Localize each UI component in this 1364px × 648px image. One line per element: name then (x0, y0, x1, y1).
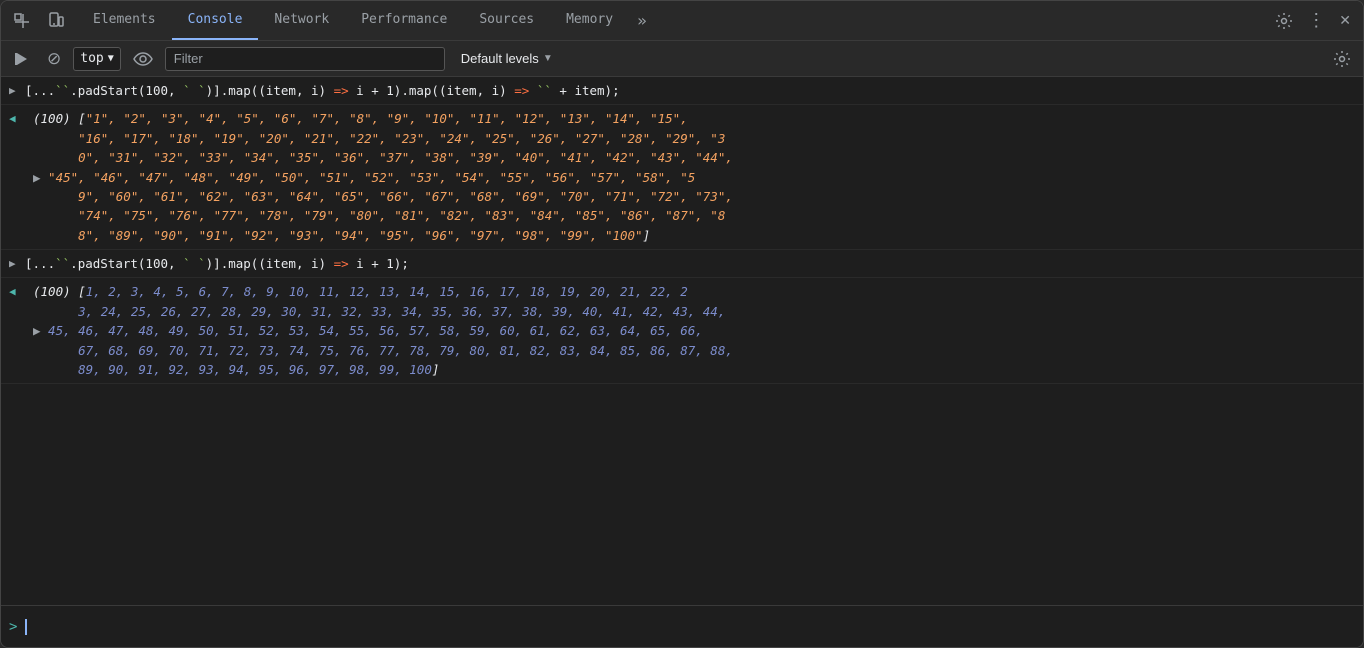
output-arrow-1: ◀ (9, 110, 16, 127)
input-text-2: [...``.padStart(100, ` `)].map((item, i)… (25, 256, 409, 271)
context-label: top (80, 51, 103, 66)
input-arrow-1[interactable]: ▶ (9, 82, 16, 99)
tab-overflow-icon[interactable]: » (629, 7, 655, 34)
input-arrow-2[interactable]: ▶ (9, 255, 16, 272)
tab-right-icons: ⋮ ✕ (1271, 6, 1355, 35)
filter-input[interactable] (165, 47, 445, 71)
devtools-window: Elements Console Network Performance Sou… (0, 0, 1364, 648)
log-levels-dropdown[interactable]: Default levels ▼ (453, 49, 561, 68)
close-icon[interactable]: ✕ (1335, 8, 1355, 33)
tab-bar: Elements Console Network Performance Sou… (1, 1, 1363, 41)
levels-label: Default levels (461, 51, 539, 66)
clear-console-icon[interactable]: ⊘ (43, 45, 65, 73)
settings-icon[interactable] (1271, 8, 1297, 34)
output-arrow-2: ◀ (9, 283, 16, 300)
tabs: Elements Console Network Performance Sou… (77, 1, 1271, 40)
levels-dropdown-arrow: ▼ (543, 53, 553, 64)
console-cursor (25, 619, 35, 635)
context-dropdown-arrow: ▼ (108, 53, 114, 64)
tab-console[interactable]: Console (172, 1, 259, 40)
console-entry-input-2: ▶ [...``.padStart(100, ` `)].map((item, … (1, 250, 1363, 278)
input-text-1: [...``.padStart(100, ` `)].map((item, i)… (25, 83, 620, 98)
tab-elements[interactable]: Elements (77, 1, 172, 40)
tab-sources[interactable]: Sources (463, 1, 550, 40)
console-output[interactable]: ▶ [...``.padStart(100, ` `)].map((item, … (1, 77, 1363, 605)
tab-network[interactable]: Network (258, 1, 345, 40)
tab-performance[interactable]: Performance (345, 1, 463, 40)
console-settings-icon[interactable] (1329, 46, 1355, 72)
device-icon[interactable] (43, 8, 69, 34)
console-input-bar[interactable]: > (1, 605, 1363, 647)
inspect-icon[interactable] (9, 8, 35, 34)
context-selector[interactable]: top ▼ (73, 47, 121, 71)
eye-icon[interactable] (129, 48, 157, 70)
toolbar: ⊘ top ▼ Default levels ▼ (1, 41, 1363, 77)
console-entry-input-1: ▶ [...``.padStart(100, ` `)].map((item, … (1, 77, 1363, 105)
tab-icons (9, 8, 69, 34)
console-entry-output-1: ◀ (100) ["1", "2", "3", "4", "5", "6", "… (1, 105, 1363, 250)
run-script-icon[interactable] (9, 46, 35, 72)
input-prompt-icon: > (9, 619, 17, 635)
tab-memory[interactable]: Memory (550, 1, 629, 40)
more-icon[interactable]: ⋮ (1303, 6, 1329, 35)
console-entry-output-2: ◀ (100) [1, 2, 3, 4, 5, 6, 7, 8, 9, 10, … (1, 278, 1363, 384)
